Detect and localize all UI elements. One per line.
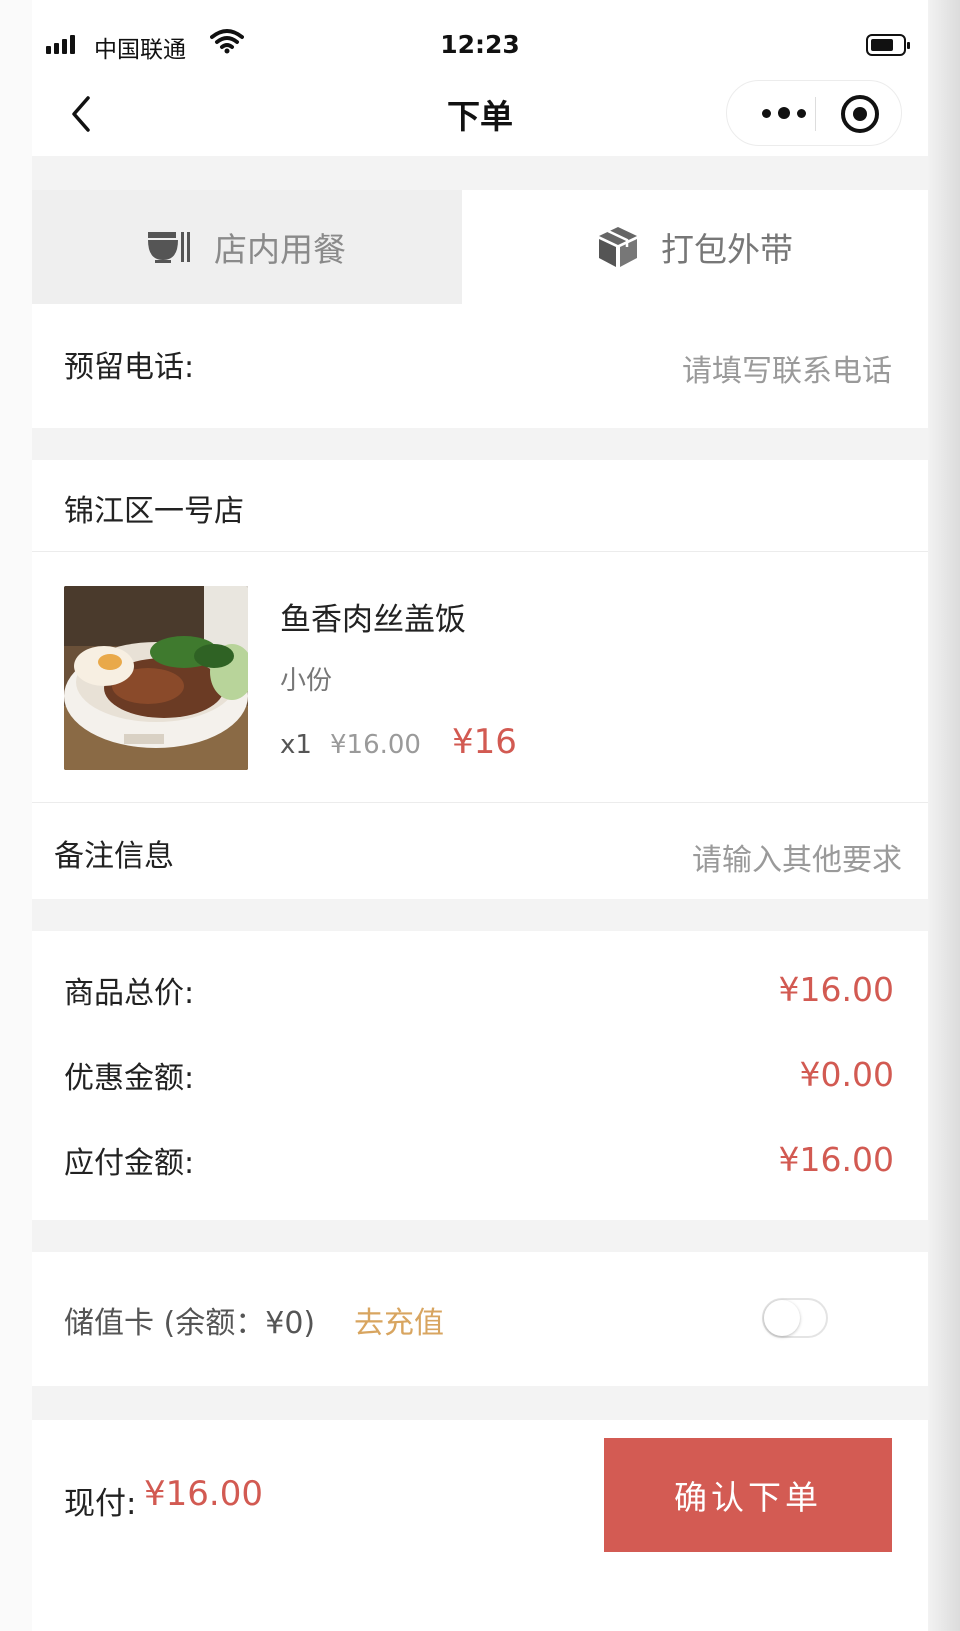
- status-time: 12:23: [440, 30, 520, 59]
- capsule-divider: [815, 97, 816, 131]
- target-circle-icon[interactable]: [841, 95, 879, 133]
- confirm-order-button[interactable]: 确认下单: [604, 1438, 892, 1552]
- remark-label: 备注信息: [54, 839, 174, 874]
- bowl-icon: [148, 232, 190, 263]
- subtotal-value: ¥16.00: [778, 970, 894, 1009]
- tab-dine-in[interactable]: 店内用餐: [32, 190, 462, 304]
- amount-due-label: 应付金额:: [64, 1146, 195, 1181]
- item-total-price: ¥16: [452, 722, 517, 762]
- mini-program-capsule: [726, 80, 902, 146]
- device-frame-right: [928, 0, 960, 1631]
- section-gap: [32, 156, 928, 190]
- item-name: 鱼香肉丝盖饭: [280, 602, 466, 638]
- section-gap: [32, 1220, 928, 1252]
- subtotal-label: 商品总价:: [64, 976, 195, 1011]
- store-name: 锦江区一号店: [64, 494, 244, 529]
- tab-takeaway-label: 打包外带: [661, 230, 793, 269]
- nav-bar: 下单: [32, 80, 928, 156]
- phone-screen: 中国联通 12:23 下单 店内用餐 打包外带 预留电话: 请填写联系电话 锦江…: [32, 0, 928, 1631]
- store-row: 锦江区一号店: [32, 460, 928, 552]
- pay-now-label: 现付:: [64, 1486, 137, 1522]
- food-image: [64, 586, 248, 770]
- tab-takeaway[interactable]: 打包外带: [462, 190, 928, 304]
- phone-label: 预留电话:: [64, 350, 195, 385]
- device-frame-left: [0, 0, 32, 1631]
- pay-now-value: ¥16.00: [144, 1474, 263, 1514]
- item-spec: 小份: [280, 666, 333, 696]
- section-gap: [32, 1386, 928, 1420]
- more-dots-icon[interactable]: [753, 81, 815, 145]
- tab-dine-in-label: 店内用餐: [214, 230, 346, 269]
- item-quantity: x1: [280, 730, 312, 760]
- amount-due-value: ¥16.00: [778, 1140, 894, 1179]
- dining-mode-tabs: 店内用餐 打包外带: [32, 190, 928, 304]
- toggle-knob: [764, 1300, 800, 1336]
- discount-value: ¥0.00: [799, 1055, 894, 1094]
- remark-input[interactable]: 请输入其他要求: [692, 835, 902, 879]
- status-bar: 中国联通 12:23: [32, 0, 928, 80]
- divider: [32, 551, 928, 552]
- section-gap: [32, 428, 928, 460]
- phone-row[interactable]: 预留电话: 请填写联系电话: [32, 304, 928, 428]
- recharge-link[interactable]: 去充值: [354, 1298, 444, 1342]
- package-box-icon: [599, 227, 637, 267]
- phone-input[interactable]: 请填写联系电话: [682, 346, 892, 390]
- discount-label: 优惠金额:: [64, 1061, 195, 1096]
- item-unit-price: ¥16.00: [330, 730, 421, 760]
- section-gap: [32, 899, 928, 931]
- battery-icon: [866, 34, 910, 56]
- stored-card-label: 储值卡 (余额：¥0): [64, 1306, 316, 1341]
- stored-card-toggle[interactable]: [762, 1298, 828, 1338]
- remark-row[interactable]: 备注信息 请输入其他要求: [32, 803, 928, 899]
